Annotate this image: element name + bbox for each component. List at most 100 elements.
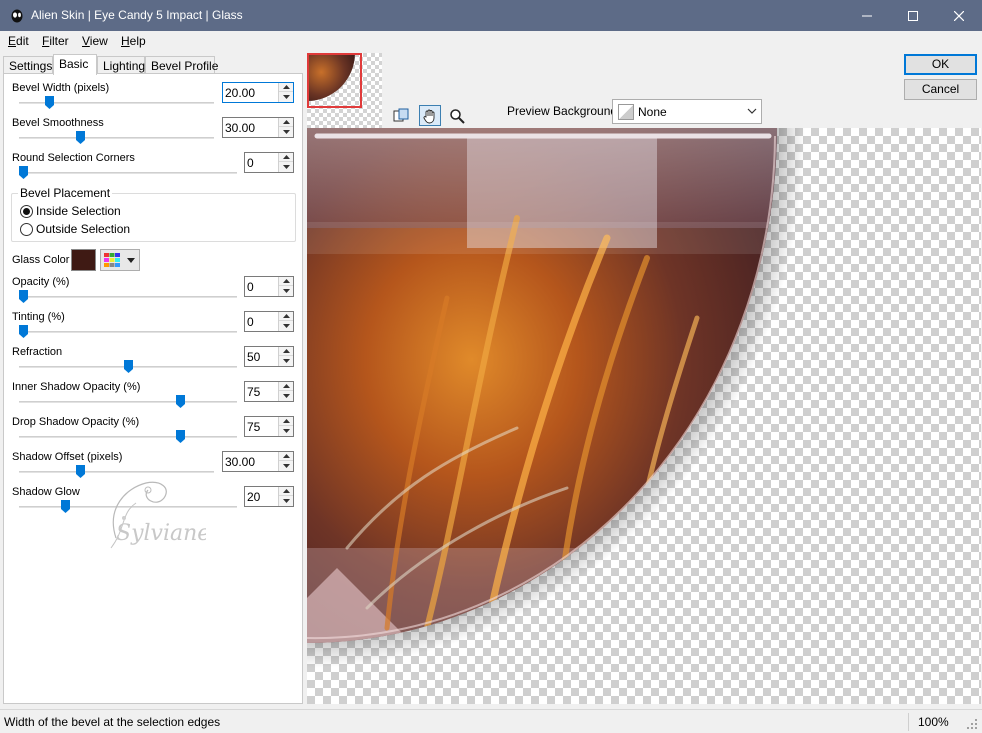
cancel-button[interactable]: Cancel — [904, 79, 977, 100]
refraction-label: Refraction — [12, 346, 63, 358]
zoom-level: 100% — [918, 715, 949, 729]
bevel-smoothness-spin-arrows[interactable] — [278, 118, 293, 137]
spin-down-icon[interactable] — [279, 426, 293, 435]
preview-compare-button[interactable] — [390, 105, 412, 126]
menu-filter[interactable]: Filter — [42, 34, 69, 48]
zoom-button[interactable] — [446, 105, 468, 126]
menu-view-hotkey: V — [82, 34, 90, 48]
spin-down-icon[interactable] — [279, 162, 293, 171]
round-corners-spin-arrows[interactable] — [278, 153, 293, 172]
title-bar: Alien Skin | Eye Candy 5 Impact | Glass — [0, 0, 982, 31]
refraction-slider-thumb[interactable] — [124, 360, 133, 373]
inside-selection-label[interactable]: Inside Selection — [36, 204, 121, 218]
inner-shadow-spin-arrows[interactable] — [278, 382, 293, 401]
inner-shadow-slider-thumb[interactable] — [176, 395, 185, 408]
bevel-width-slider-thumb[interactable] — [45, 96, 54, 109]
drop-shadow-spin-arrows[interactable] — [278, 417, 293, 436]
shadow-glow-slider-thumb[interactable] — [61, 500, 70, 513]
menu-help[interactable]: Help — [121, 34, 146, 48]
spin-up-icon[interactable] — [279, 277, 293, 286]
chevron-down-icon — [747, 108, 757, 114]
opacity-label: Opacity (%) — [12, 276, 70, 288]
shadow-glow-stepper[interactable]: 20 — [244, 486, 294, 507]
refraction-stepper[interactable]: 50 — [244, 346, 294, 367]
spin-up-icon[interactable] — [279, 452, 293, 461]
spin-up-icon[interactable] — [279, 347, 293, 356]
spin-down-icon[interactable] — [279, 127, 293, 136]
status-message: Width of the bevel at the selection edge… — [4, 715, 221, 729]
inner-shadow-stepper[interactable]: 75 — [244, 381, 294, 402]
spin-down-icon[interactable] — [279, 496, 293, 505]
round-corners-slider[interactable] — [19, 172, 237, 174]
outside-selection-label[interactable]: Outside Selection — [36, 222, 130, 236]
inner-shadow-slider[interactable] — [19, 401, 237, 403]
glass-color-swatch[interactable] — [71, 249, 96, 271]
shadow-offset-stepper[interactable]: 30.00 — [222, 451, 294, 472]
tinting-stepper[interactable]: 0 — [244, 311, 294, 332]
refraction-value[interactable]: 50 — [247, 350, 260, 364]
shadow-glow-value[interactable]: 20 — [247, 490, 260, 504]
maximize-button[interactable] — [890, 0, 936, 31]
minimize-button[interactable] — [844, 0, 890, 31]
spin-up-icon[interactable] — [279, 83, 293, 92]
round-corners-slider-thumb[interactable] — [19, 166, 28, 179]
spin-down-icon[interactable] — [279, 92, 293, 101]
opacity-slider-thumb[interactable] — [19, 290, 28, 303]
resize-grip-icon[interactable] — [966, 718, 978, 730]
bevel-width-spin-arrows[interactable] — [278, 83, 293, 102]
opacity-value[interactable]: 0 — [247, 280, 254, 294]
round-corners-value[interactable]: 0 — [247, 156, 254, 170]
tinting-spin-arrows[interactable] — [278, 312, 293, 331]
spin-down-icon[interactable] — [279, 356, 293, 365]
spin-down-icon[interactable] — [279, 391, 293, 400]
bevel-width-stepper[interactable]: 20.00 — [222, 82, 294, 103]
inner-shadow-value[interactable]: 75 — [247, 385, 260, 399]
opacity-slider[interactable] — [19, 296, 237, 298]
shadow-offset-value[interactable]: 30.00 — [225, 455, 255, 469]
close-button[interactable] — [936, 0, 982, 31]
outside-selection-radio[interactable] — [20, 223, 33, 236]
inner-shadow-label: Inner Shadow Opacity (%) — [12, 381, 141, 393]
bevel-smoothness-slider-thumb[interactable] — [76, 131, 85, 144]
refraction-spin-arrows[interactable] — [278, 347, 293, 366]
preview-canvas[interactable] — [307, 128, 981, 704]
spin-down-icon[interactable] — [279, 286, 293, 295]
spin-down-icon[interactable] — [279, 321, 293, 330]
tab-basic[interactable]: Basic — [53, 54, 97, 75]
spin-down-icon[interactable] — [279, 461, 293, 470]
spin-up-icon[interactable] — [279, 118, 293, 127]
spin-up-icon[interactable] — [279, 417, 293, 426]
tinting-slider-thumb[interactable] — [19, 325, 28, 338]
shadow-glow-spin-arrows[interactable] — [278, 487, 293, 506]
spin-up-icon[interactable] — [279, 382, 293, 391]
navigator-thumbnail-image — [307, 53, 382, 128]
menu-view[interactable]: View — [82, 34, 108, 48]
drop-shadow-slider[interactable] — [19, 436, 237, 438]
menu-edit[interactable]: Edit — [8, 34, 29, 48]
bevel-width-value[interactable]: 20.00 — [225, 86, 255, 100]
shadow-offset-slider-thumb[interactable] — [76, 465, 85, 478]
preview-background-select[interactable]: None — [612, 99, 762, 124]
drop-shadow-slider-thumb[interactable] — [176, 430, 185, 443]
spin-up-icon[interactable] — [279, 487, 293, 496]
inside-selection-radio[interactable] — [20, 205, 33, 218]
minimize-icon — [862, 15, 872, 16]
shadow-offset-spin-arrows[interactable] — [278, 452, 293, 471]
hand-pan-button[interactable] — [419, 105, 441, 126]
opacity-stepper[interactable]: 0 — [244, 276, 294, 297]
bevel-smoothness-stepper[interactable]: 30.00 — [222, 117, 294, 138]
bevel-smoothness-value[interactable]: 30.00 — [225, 121, 255, 135]
ok-button[interactable]: OK — [904, 54, 977, 75]
navigator-thumbnail[interactable] — [307, 53, 382, 128]
drop-shadow-value[interactable]: 75 — [247, 420, 260, 434]
round-corners-stepper[interactable]: 0 — [244, 152, 294, 173]
tinting-label: Tinting (%) — [12, 311, 65, 323]
spin-up-icon[interactable] — [279, 153, 293, 162]
drop-shadow-stepper[interactable]: 75 — [244, 416, 294, 437]
glass-color-picker-button[interactable] — [100, 249, 140, 271]
spin-up-icon[interactable] — [279, 312, 293, 321]
opacity-spin-arrows[interactable] — [278, 277, 293, 296]
bevel-smoothness-slider[interactable] — [19, 137, 214, 139]
tinting-slider[interactable] — [19, 331, 237, 333]
tinting-value[interactable]: 0 — [247, 315, 254, 329]
